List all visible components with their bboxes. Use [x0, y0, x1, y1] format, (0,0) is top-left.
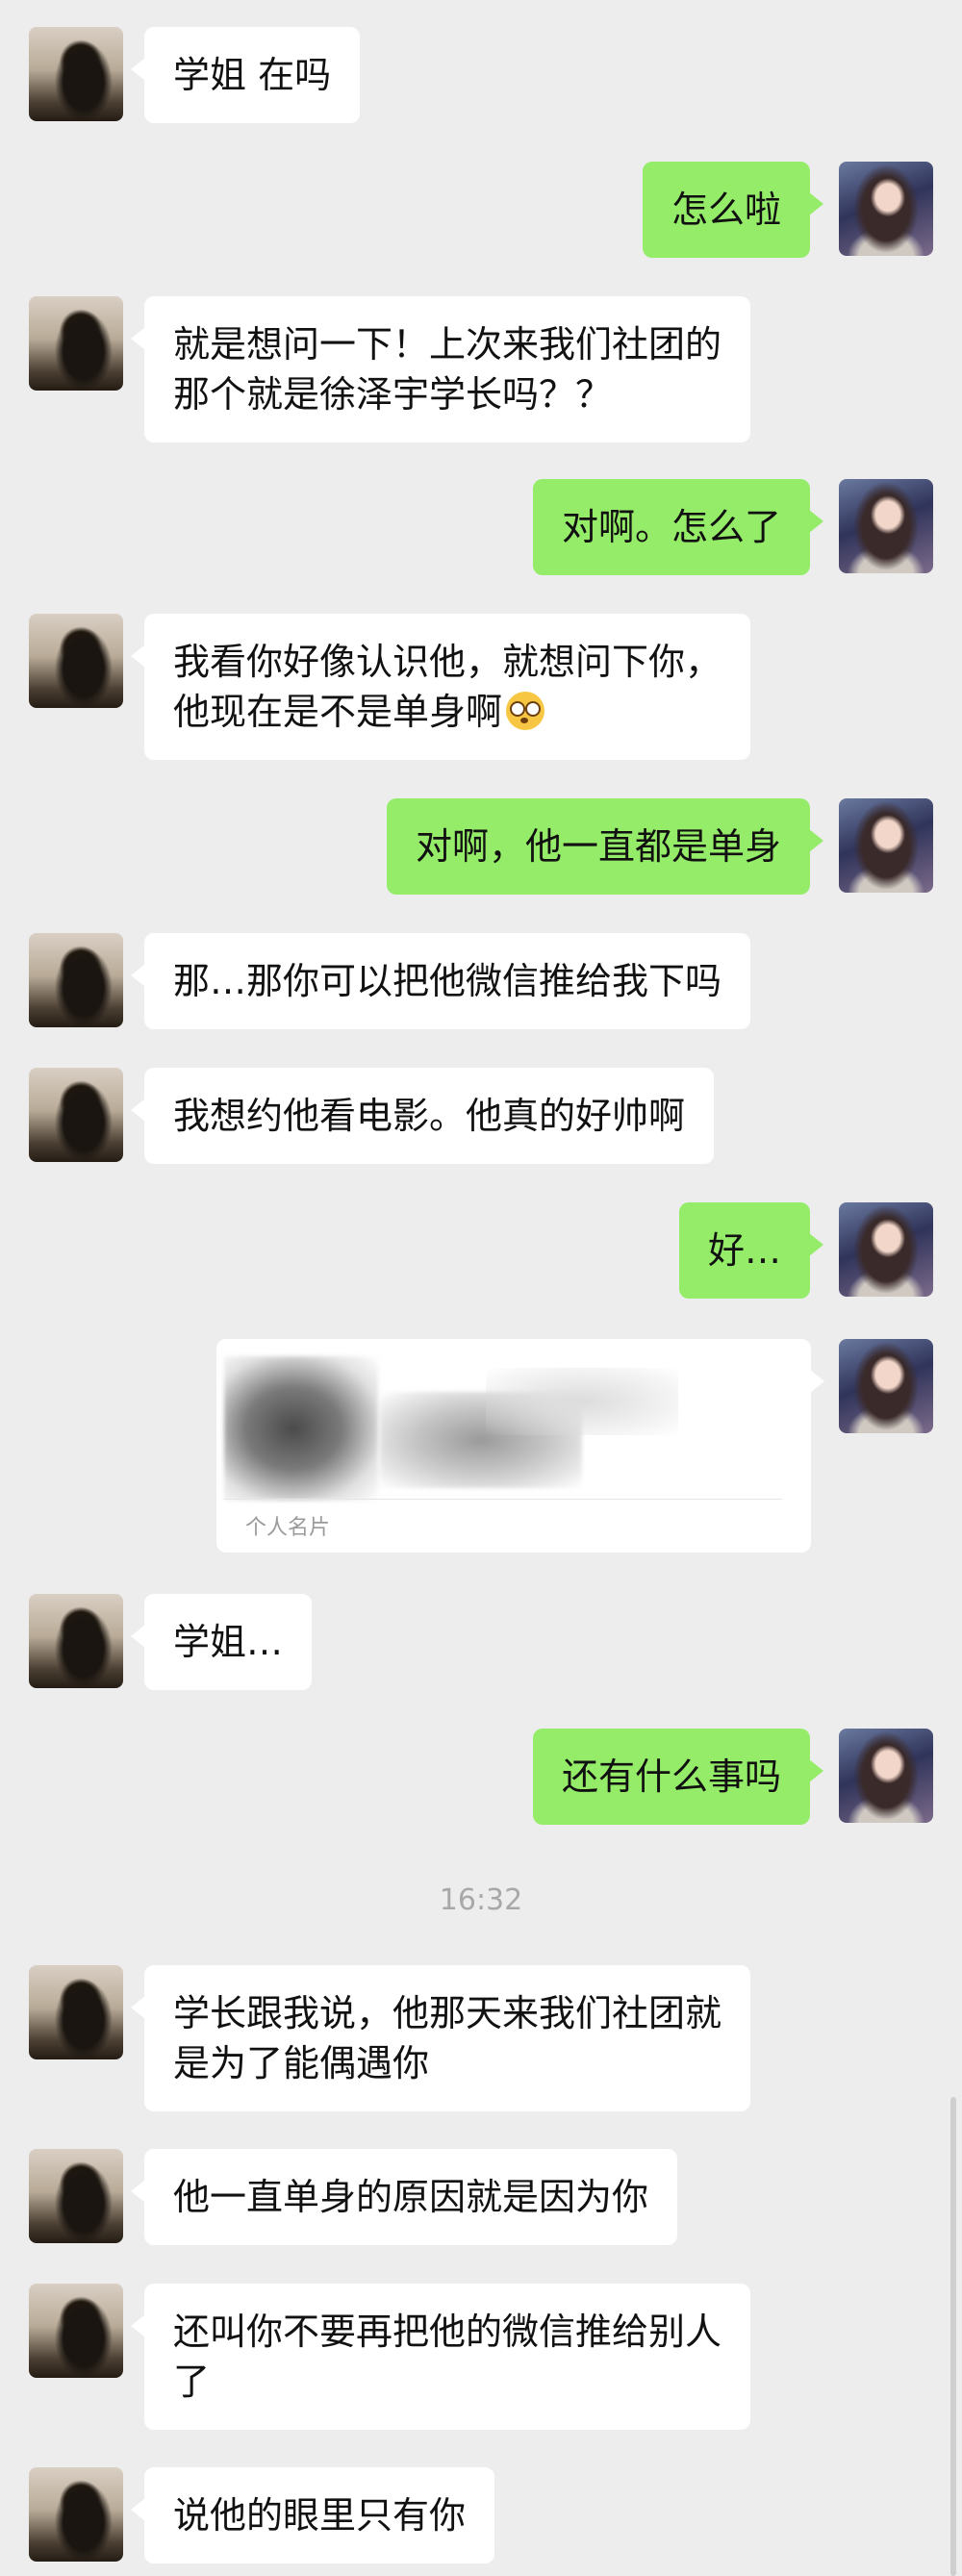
- my-avatar[interactable]: [839, 1729, 933, 1823]
- message-text: 好…: [707, 1229, 781, 1272]
- contact-avatar[interactable]: [29, 27, 123, 121]
- card-divider: [224, 1499, 782, 1500]
- my-avatar[interactable]: [839, 479, 933, 573]
- message-text: 是为了能偶遇你: [173, 2042, 430, 2084]
- message-bubble-received[interactable]: 我看你好像认识他，就想问下你， 他现在是不是单身啊: [130, 614, 751, 760]
- message-bubble-received[interactable]: 学姐 在吗: [130, 27, 361, 123]
- contact-avatar[interactable]: [29, 1068, 123, 1162]
- message-text: 我看你好像认识他，就想问下你，: [173, 641, 722, 683]
- contact-avatar[interactable]: [29, 1965, 123, 2059]
- message-bubble-sent[interactable]: 还有什么事吗: [532, 1729, 824, 1825]
- contact-avatar[interactable]: [29, 296, 123, 391]
- blurred-contact-detail: [486, 1368, 678, 1435]
- message-timestamp: 16:32: [439, 1883, 523, 1917]
- contact-avatar[interactable]: [29, 2284, 123, 2378]
- my-avatar[interactable]: [839, 1202, 933, 1297]
- message-bubble-sent[interactable]: 对啊。怎么了: [532, 479, 824, 575]
- my-avatar[interactable]: [839, 1339, 933, 1433]
- message-text: 了: [173, 2361, 211, 2403]
- scrollbar[interactable]: [950, 2097, 956, 2576]
- message-text: 学姐 在吗: [173, 54, 332, 96]
- message-bubble-received[interactable]: 还叫你不要再把他的微信推给别人 了: [130, 2284, 751, 2430]
- message-text: 还叫你不要再把他的微信推给别人: [173, 2311, 722, 2353]
- message-text: 对啊。怎么了: [561, 506, 781, 548]
- message-text: 那个就是徐泽宇学长吗？？: [173, 373, 613, 416]
- message-text: 对啊，他一直都是单身: [415, 825, 781, 868]
- my-avatar[interactable]: [839, 798, 933, 893]
- message-text: 那…那你可以把他微信推给我下吗: [173, 960, 722, 1002]
- message-text: 学姐…: [173, 1621, 284, 1663]
- chat-area: 学姐 在吗 怎么啦 就是想问一下！上次来我们社团的 那个就是徐泽宇学长吗？？ 对…: [0, 0, 962, 2576]
- message-text: 还有什么事吗: [561, 1755, 781, 1798]
- contact-avatar[interactable]: [29, 1594, 123, 1688]
- message-bubble-received[interactable]: 我想约他看电影。他真的好帅啊: [130, 1068, 715, 1164]
- blurred-contact-photo: [224, 1356, 378, 1501]
- contact-card-label: 个人名片: [245, 1516, 331, 1540]
- message-text: 说他的眼里只有你: [173, 2494, 467, 2537]
- contact-avatar[interactable]: [29, 2467, 123, 2562]
- flushed-face-emoji-icon: [506, 692, 545, 730]
- message-bubble-received[interactable]: 学姐…: [130, 1594, 313, 1690]
- message-bubble-received[interactable]: 说他的眼里只有你: [130, 2467, 495, 2563]
- message-bubble-received[interactable]: 就是想问一下！上次来我们社团的 那个就是徐泽宇学长吗？？: [130, 296, 751, 442]
- message-text: 学长跟我说，他那天来我们社团就: [173, 1992, 722, 2034]
- contact-avatar[interactable]: [29, 2149, 123, 2243]
- my-avatar[interactable]: [839, 162, 933, 256]
- message-bubble-received[interactable]: 他一直单身的原因就是因为你: [130, 2149, 678, 2245]
- message-text: 他现在是不是单身啊: [173, 691, 503, 733]
- message-text: 就是想问一下！上次来我们社团的: [173, 323, 722, 366]
- contact-card-message[interactable]: 个人名片: [216, 1339, 824, 1553]
- contact-avatar[interactable]: [29, 933, 123, 1027]
- message-bubble-received[interactable]: 那…那你可以把他微信推给我下吗: [130, 933, 751, 1029]
- message-text: 我想约他看电影。他真的好帅啊: [173, 1095, 686, 1137]
- message-text: 他一直单身的原因就是因为你: [173, 2176, 649, 2218]
- message-bubble-sent[interactable]: 对啊，他一直都是单身: [386, 798, 824, 895]
- message-text: 怎么啦: [671, 189, 781, 231]
- contact-avatar[interactable]: [29, 614, 123, 708]
- message-bubble-sent[interactable]: 怎么啦: [642, 162, 824, 258]
- message-bubble-sent[interactable]: 好…: [678, 1202, 824, 1299]
- message-bubble-received[interactable]: 学长跟我说，他那天来我们社团就 是为了能偶遇你: [130, 1965, 751, 2111]
